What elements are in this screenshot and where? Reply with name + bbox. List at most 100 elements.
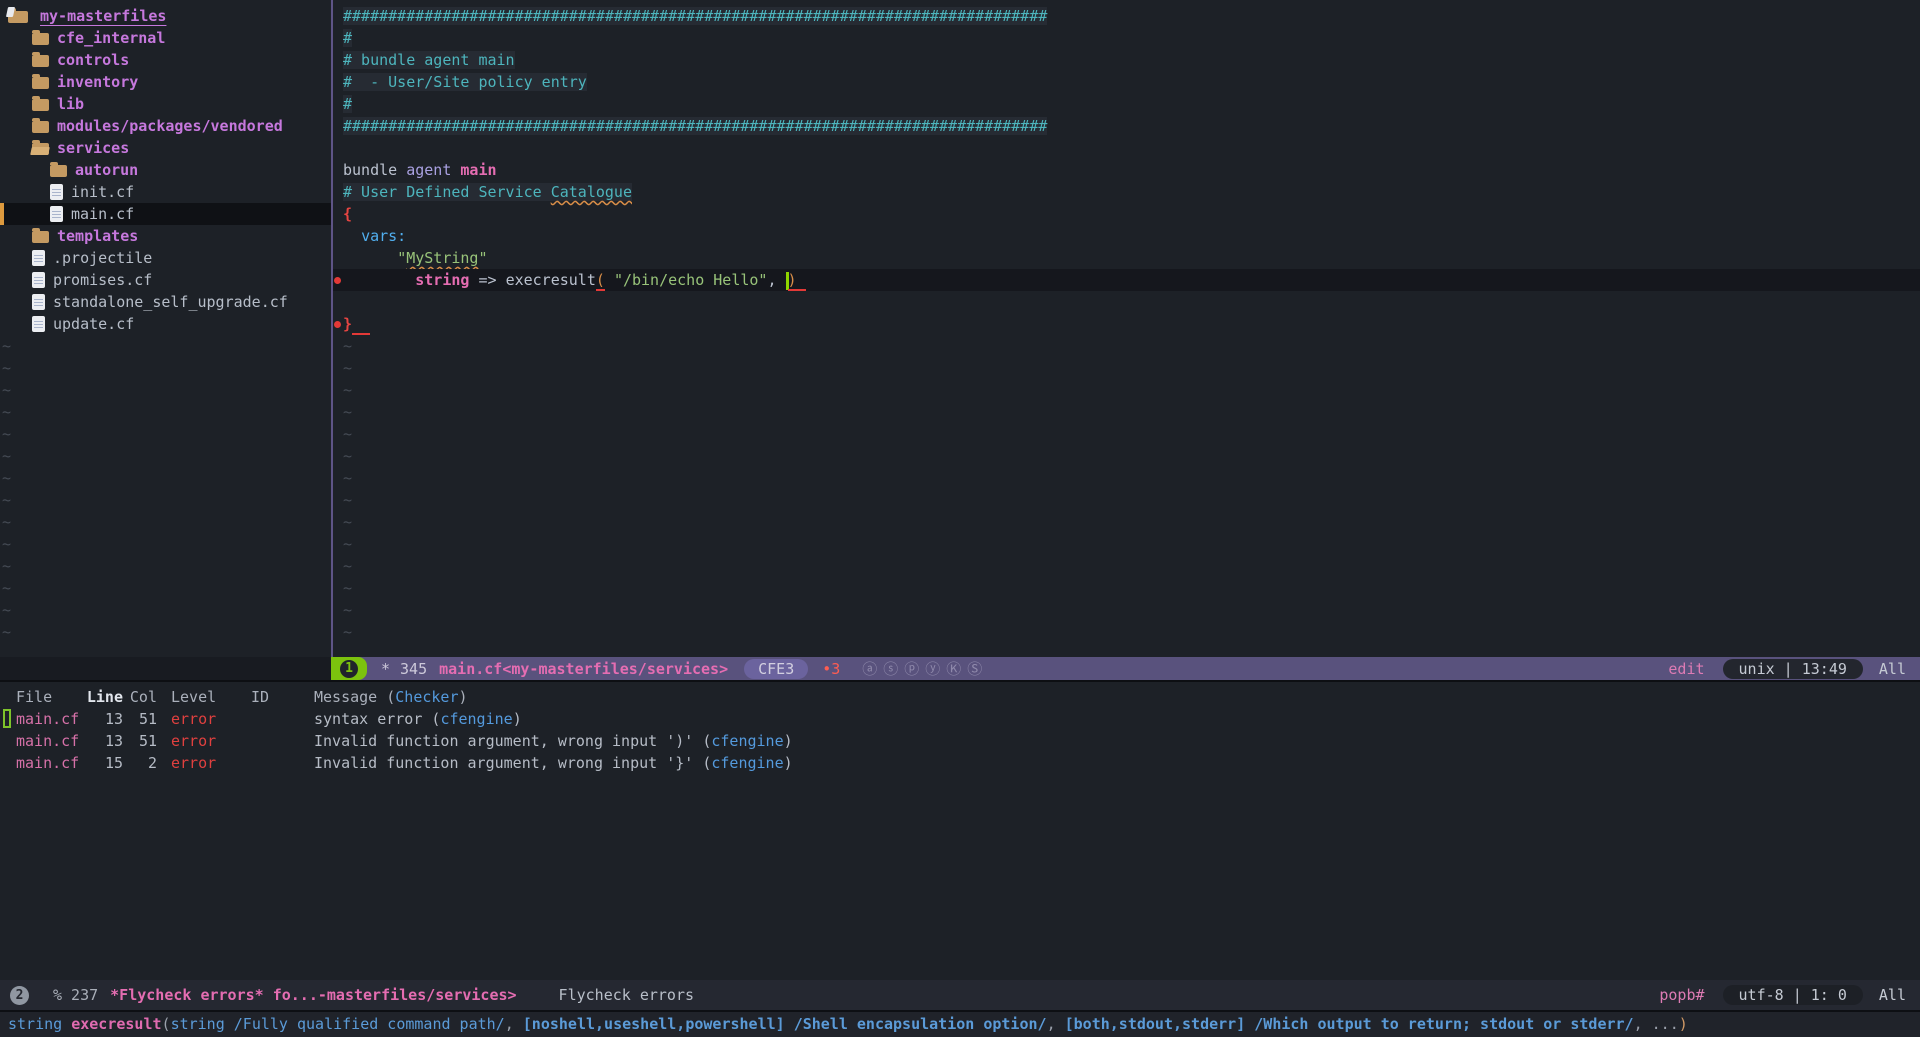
flycheck-error-count[interactable]: •3 — [822, 660, 840, 678]
folder-icon — [32, 143, 49, 155]
flycheck-mode-name[interactable]: Flycheck errors — [559, 986, 694, 1004]
file-icon — [50, 206, 63, 222]
code-area[interactable]: ########################################… — [333, 0, 1920, 657]
error-list-header: File Line Col Level ID Message (Checker) — [0, 686, 1920, 708]
eldoc-segment: ) — [1679, 1015, 1688, 1033]
error-line: 13 — [86, 708, 123, 730]
header-message-post: ) — [459, 688, 468, 706]
error-row[interactable]: main.cf1351errorsyntax error (cfengine) — [0, 708, 1920, 730]
tree-item-standalone-self-upgrade-cf[interactable]: standalone_self_upgrade.cf — [0, 291, 331, 313]
code-line-6[interactable]: ########################################… — [333, 115, 1920, 137]
tree-item-autorun[interactable]: autorun — [0, 159, 331, 181]
code-line-12[interactable]: "MyString" — [333, 247, 1920, 269]
encoding-position-badge: utf-8 | 1: 0 — [1723, 985, 1863, 1005]
code-token: } — [343, 315, 352, 333]
tree-item-projectile[interactable]: .projectile — [0, 247, 331, 269]
code-line-11[interactable]: vars: — [333, 225, 1920, 247]
header-message-checker: Checker — [395, 688, 458, 706]
tree-item-label: .projectile — [53, 247, 152, 269]
code-line-14[interactable] — [333, 291, 1920, 313]
tree-item-main-cf[interactable]: main.cf — [0, 203, 331, 225]
error-line: 15 — [86, 752, 123, 774]
flycheck-error-list: File Line Col Level ID Message (Checker)… — [0, 682, 1920, 980]
code-line-1[interactable]: ########################################… — [333, 5, 1920, 27]
code-line-10[interactable]: { — [333, 203, 1920, 225]
minor-mode-icons[interactable]: ⓐⓢⓟⓨⓀⓈ — [862, 658, 988, 679]
code-token: # — [343, 29, 352, 47]
code-token — [797, 271, 806, 291]
error-row[interactable]: main.cf152errorInvalid function argument… — [0, 752, 1920, 774]
tree-item-label: autorun — [75, 159, 138, 181]
header-file[interactable]: File — [16, 686, 86, 708]
header-line[interactable]: Line — [86, 686, 123, 708]
modified-indicator: * — [381, 660, 390, 678]
tree-item-label: init.cf — [71, 181, 134, 203]
tree-item-label: promises.cf — [53, 269, 152, 291]
window-number-badge: 1 — [331, 657, 367, 680]
code-line-2[interactable]: # — [333, 27, 1920, 49]
code-line-15[interactable]: } — [333, 313, 1920, 335]
error-col: 2 — [123, 752, 157, 774]
code-line-7[interactable] — [333, 137, 1920, 159]
tree-item-controls[interactable]: controls — [0, 49, 331, 71]
tree-item-init-cf[interactable]: init.cf — [0, 181, 331, 203]
empty-line-tilde: ~ — [0, 379, 331, 401]
code-line-9[interactable]: # User Defined Service Catalogue — [333, 181, 1920, 203]
code-line-3[interactable]: # bundle agent main — [333, 49, 1920, 71]
code-token: ( — [596, 271, 605, 291]
code-line-13[interactable]: string => execresult( "/bin/echo Hello",… — [333, 269, 1920, 291]
empty-line-tilde: ~ — [0, 401, 331, 423]
tree-item-inventory[interactable]: inventory — [0, 71, 331, 93]
tree-item-label: update.cf — [53, 313, 134, 335]
tree-item-cfe-internal[interactable]: cfe_internal — [0, 27, 331, 49]
major-mode-badge[interactable]: CFE3 — [744, 659, 808, 679]
folder-icon — [32, 55, 49, 67]
error-id — [251, 752, 314, 774]
tree-item-update-cf[interactable]: update.cf — [0, 313, 331, 335]
empty-line-tilde: ~ — [333, 577, 1920, 599]
empty-line-tilde: ~ — [0, 423, 331, 445]
empty-line-tilde: ~ — [333, 423, 1920, 445]
buffer-percent: % 237 — [53, 986, 98, 1004]
tree-item-lib[interactable]: lib — [0, 93, 331, 115]
header-message[interactable]: Message (Checker) — [314, 686, 468, 708]
modeline-active: 1 * 345 main.cf<my-masterfiles/services>… — [0, 657, 1920, 680]
error-fringe-dot — [334, 321, 341, 328]
window-number-2: 2 — [10, 986, 29, 1005]
header-level[interactable]: Level — [171, 686, 251, 708]
eldoc-segment: [both,stdout,stderr] /Which output to re… — [1065, 1015, 1634, 1033]
code-line-4[interactable]: # - User/Site policy entry — [333, 71, 1920, 93]
flycheck-buffer-name[interactable]: *Flycheck errors* fo...-masterfiles/serv… — [110, 986, 516, 1004]
emacs-frame: my-masterfilescfe_internalcontrolsinvent… — [0, 0, 1920, 1037]
code-line-5[interactable]: # — [333, 93, 1920, 115]
empty-line-tilde: ~ — [333, 335, 1920, 357]
tree-item-modules-packages-vendored[interactable]: modules/packages/vendored — [0, 115, 331, 137]
buffer-name[interactable]: main.cf<my-masterfiles/services> — [439, 660, 728, 678]
error-row[interactable]: main.cf1351errorInvalid function argumen… — [0, 730, 1920, 752]
tree-item-promises-cf[interactable]: promises.cf — [0, 269, 331, 291]
tree-item-label: main.cf — [71, 203, 134, 225]
empty-line-tilde: ~ — [0, 335, 331, 357]
tree-item-label: services — [57, 137, 129, 159]
eldoc-segment: [noshell,useshell,powershell] /Shell enc… — [523, 1015, 1047, 1033]
error-col: 51 — [123, 708, 157, 730]
tree-item-templates[interactable]: templates — [0, 225, 331, 247]
empty-line-tilde: ~ — [333, 467, 1920, 489]
empty-line-tilde: ~ — [0, 467, 331, 489]
file-icon — [32, 316, 45, 332]
eldoc-segment: , — [1634, 1015, 1652, 1033]
error-message-close: ) — [513, 710, 522, 728]
header-col[interactable]: Col — [123, 686, 157, 708]
code-token: ########################################… — [343, 7, 1047, 25]
tree-item-services[interactable]: services — [0, 137, 331, 159]
code-token: " — [478, 249, 487, 267]
code-line-8[interactable]: bundle agent main — [333, 159, 1920, 181]
file-icon — [32, 250, 45, 266]
eldoc-segment: string /Fully qualified command path/ — [171, 1015, 505, 1033]
code-token: agent — [406, 161, 460, 179]
tree-item-my-masterfiles[interactable]: my-masterfiles — [0, 5, 331, 27]
header-id[interactable]: ID — [251, 686, 314, 708]
file-icon — [32, 294, 45, 310]
error-message-text: Invalid function argument, wrong input '… — [314, 732, 711, 750]
empty-line-tilde: ~ — [0, 489, 331, 511]
